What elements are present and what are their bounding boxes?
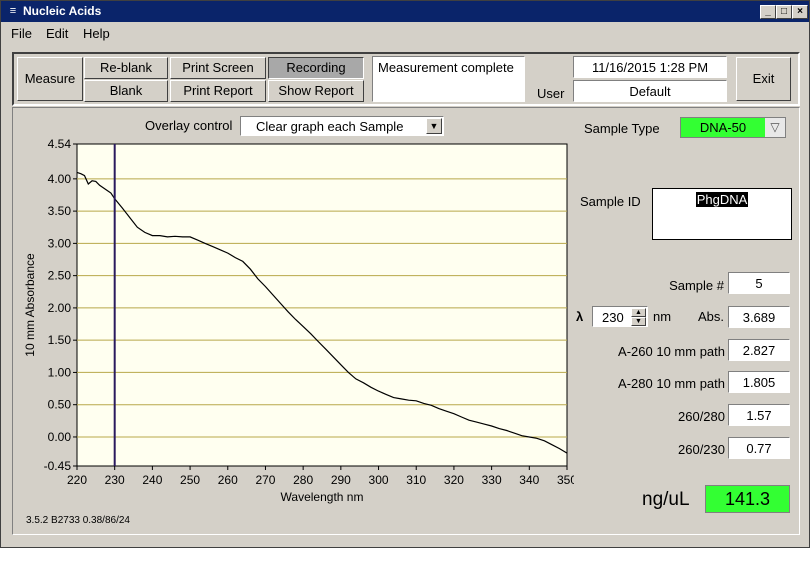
measure-button[interactable]: Measure [17,57,83,101]
a260-label: A-260 10 mm path [618,344,725,359]
x-tick-label: 270 [255,473,275,487]
wavelength-spinner[interactable]: 230 ▲ ▼ [592,306,648,327]
y-axis-label: 10 mm Absorbance [23,253,37,357]
sample-number-label: Sample # [669,278,724,293]
print-screen-button[interactable]: Print Screen [170,57,266,79]
y-tick-label: -0.45 [44,459,72,473]
app-icon: ≡ [9,5,17,17]
maximize-button[interactable]: □ [776,5,792,19]
x-tick-label: 240 [142,473,162,487]
x-axis-label: Wavelength nm [281,490,364,504]
ratio-260-280-label: 260/280 [678,409,725,424]
wavelength-unit: nm [653,309,672,324]
menu-edit[interactable]: Edit [46,26,68,41]
absorbance-chart: 4.54 4.00 3.50 3.00 2.50 2.00 1.50 1.00 0.50 0.00… [23,137,574,504]
y-tick-label: 4.00 [48,172,72,186]
x-tick-label: 340 [519,473,539,487]
x-tick-label: 300 [369,473,389,487]
minimize-button[interactable]: _ [760,5,776,19]
x-tick-label: 320 [444,473,464,487]
close-button[interactable]: × [792,5,808,19]
a280-label: A-280 10 mm path [618,376,725,391]
ratio-260-230-value: 0.77 [728,437,790,459]
overlay-label: Overlay control [145,118,233,133]
chevron-down-icon[interactable]: ▽ [765,118,785,137]
x-tick-label: 350 [557,473,574,487]
title-bar: ≡ Nucleic Acids _ □ × [1,1,809,22]
y-tick-label: 0.50 [48,398,72,412]
abs-label: Abs. [698,309,725,324]
spin-up-icon[interactable]: ▲ [631,308,646,317]
y-tick-label: 4.54 [48,137,72,151]
sample-id-value: PhgDNA [695,192,749,207]
show-report-button[interactable]: Show Report [268,80,364,102]
sample-id-label: Sample ID [580,194,641,209]
user-field[interactable]: Default [573,80,727,102]
y-tick-label: 2.50 [48,269,72,283]
menu-bar: File Edit Help [1,22,809,44]
y-tick-label: 3.50 [48,204,72,218]
x-tick-label: 250 [180,473,200,487]
concentration-label: ng/uL [642,489,690,510]
print-report-button[interactable]: Print Report [170,80,266,102]
ratio-260-230-label: 260/230 [678,442,725,457]
overlay-select[interactable]: Clear graph each Sample ▼ [240,116,444,136]
a280-value: 1.805 [728,371,790,393]
menu-help[interactable]: Help [83,26,110,41]
sample-type-select[interactable]: DNA-50 ▽ [680,117,786,138]
lambda-symbol: λ [576,309,584,324]
y-tick-label: 1.50 [48,333,72,347]
x-tick-label: 310 [406,473,426,487]
x-tick-label: 290 [331,473,351,487]
x-tick-label: 330 [482,473,502,487]
abs-value: 3.689 [728,306,790,328]
x-tick-label: 220 [67,473,87,487]
sample-type-value: DNA-50 [681,118,765,137]
sample-id-field[interactable]: PhgDNA [652,188,792,240]
blank-button[interactable]: Blank [84,80,168,102]
recording-button[interactable]: Recording [268,57,364,79]
wavelength-value: 230 [602,310,624,325]
y-tick-label: 1.00 [48,365,72,379]
sample-number-field[interactable]: 5 [728,272,790,294]
x-tick-label: 280 [293,473,313,487]
plot-area [76,143,568,467]
chevron-down-icon[interactable]: ▼ [426,118,442,134]
concentration-value: 141.3 [705,485,790,513]
user-label: User [537,86,565,101]
menu-file[interactable]: File [11,26,32,41]
version-text: 3.5.2 B2733 0.38/86/24 [26,515,130,526]
window-title: Nucleic Acids [23,4,102,18]
y-tick-label: 0.00 [48,430,72,444]
x-tick-label: 230 [105,473,125,487]
y-tick-label: 2.00 [48,301,72,315]
reblank-button[interactable]: Re-blank [84,57,168,79]
datetime-display: 11/16/2015 1:28 PM [573,56,727,78]
spin-down-icon[interactable]: ▼ [631,317,646,326]
sample-type-label: Sample Type [584,121,660,136]
exit-button[interactable]: Exit [736,57,791,101]
x-tick-label: 260 [218,473,238,487]
overlay-select-value: Clear graph each Sample [256,119,404,134]
a260-value: 2.827 [728,339,790,361]
ratio-260-280-value: 1.57 [728,404,790,426]
status-message: Measurement complete [372,56,525,102]
y-tick-label: 3.00 [48,236,72,250]
